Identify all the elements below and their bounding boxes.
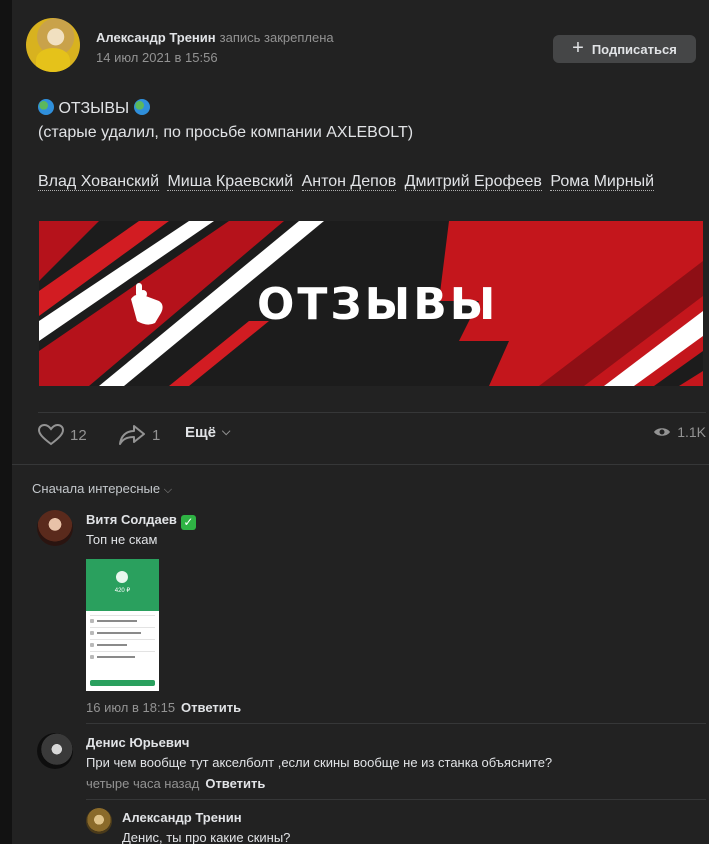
globe-icon [133,99,150,115]
reply-button[interactable]: Ответить [205,776,265,791]
comment-author-name[interactable]: Витя Солдаев [86,512,177,527]
comment-meta: четыре часа назад Ответить [86,776,265,791]
attachment-row-text [97,620,137,622]
share-button[interactable]: 1 [118,424,160,446]
heart-icon [38,424,64,446]
attachment-header [86,559,159,611]
comment-text: При чем вообще тут акселболт ,если скины… [86,755,553,770]
post-title-line: ОТЗЫВЫ [38,97,688,121]
attachment-row-divider [90,651,155,652]
reply-button[interactable]: Ответить [181,700,241,715]
attachment-row-divider [90,639,155,640]
comment-author-name[interactable]: Денис Юрьевич [86,735,189,750]
views-count: 1.1K [677,424,706,440]
attachment-row-divider [90,627,155,628]
post-text: ОТЗЫВЫ (старые удалил, по просьбе компан… [38,97,688,145]
attachment-row-icon [90,655,94,659]
check-circle-icon [116,571,128,583]
divider [86,723,706,724]
eye-icon [654,428,671,436]
attachment-row-divider [90,615,155,616]
chevron-down-icon: ⌵ [222,426,231,438]
mention-link[interactable]: Миша Краевский [167,173,294,191]
mention-link[interactable]: Антон Депов [301,173,397,191]
like-button[interactable]: 12 [38,424,87,446]
comment-author[interactable]: Витя Солдаев ✓ [86,512,196,530]
subscribe-label: Подписаться [591,41,677,57]
share-icon [119,425,145,445]
banner-title: ОТЗЫВЫ [257,279,499,330]
attachment-row-icon [90,643,94,647]
reply-author-avatar[interactable] [86,808,112,834]
divider [86,799,706,800]
comment-meta: 16 июл в 18:15 Ответить [86,700,241,715]
comment-text: Топ не скам [86,532,158,547]
post-header: Александр Тренин запись закреплена 14 июл… [26,18,696,78]
comment-attachment-image[interactable]: 420 ₽ [86,559,159,691]
attachment-row-text [97,644,127,646]
post-banner-image[interactable]: ОТЗЫВЫ [39,221,703,386]
comments-sort-dropdown[interactable]: Сначала интересные ⌵ [32,481,172,497]
mention-link[interactable]: Дмитрий Ерофеев [404,173,542,191]
attachment-row-icon [90,619,94,623]
left-edge-strip [0,0,12,844]
mention-link[interactable]: Влад Хованский [38,173,160,191]
post-author[interactable]: Александр Тренин запись закреплена [96,30,334,45]
commenter-avatar[interactable] [37,510,73,546]
sort-label: Сначала интересные [32,481,161,496]
divider [12,464,709,465]
post-subtitle: (старые удалил, по просьбе компании AXLE… [38,124,414,141]
author-avatar[interactable] [26,18,80,72]
post-actions: 12 1 Ещё ⌵ 1.1K [38,424,706,454]
likes-count: 12 [70,426,87,444]
views-counter: 1.1K [653,424,706,440]
globe-icon [38,99,54,115]
comment-date[interactable]: четыре часа назад [86,776,199,791]
comment-date[interactable]: 16 июл в 18:15 [86,700,175,715]
attachment-amount: 420 ₽ [114,588,131,594]
reply-text: Денис, ты про какие скины? [122,830,291,844]
more-label: Ещё [185,424,217,441]
attachment-row-icon [90,631,94,635]
plus-icon: + [572,37,584,59]
mention-link[interactable]: Рома Мирный [550,173,655,191]
subscribe-button[interactable]: + Подписаться [553,35,696,63]
attachment-row-text [97,656,135,658]
pinned-note: запись закреплена [219,30,334,45]
chevron-down-icon: ⌵ [163,484,173,496]
post-title: ОТЗЫВЫ [58,100,130,117]
attachment-button [90,680,155,686]
reply-author-name[interactable]: Александр Тренин [122,810,242,825]
more-button[interactable]: Ещё ⌵ [185,424,230,441]
attachment-row-text [97,632,141,634]
post-date[interactable]: 14 июл 2021 в 15:56 [96,50,218,65]
check-mark-icon: ✓ [180,515,196,530]
commenter-avatar[interactable] [37,733,73,769]
post-author-name[interactable]: Александр Тренин [96,30,216,45]
shares-count: 1 [152,426,161,444]
divider [38,412,706,413]
mentions-line: Влад Хованский Миша Краевский Антон Депо… [38,170,658,194]
